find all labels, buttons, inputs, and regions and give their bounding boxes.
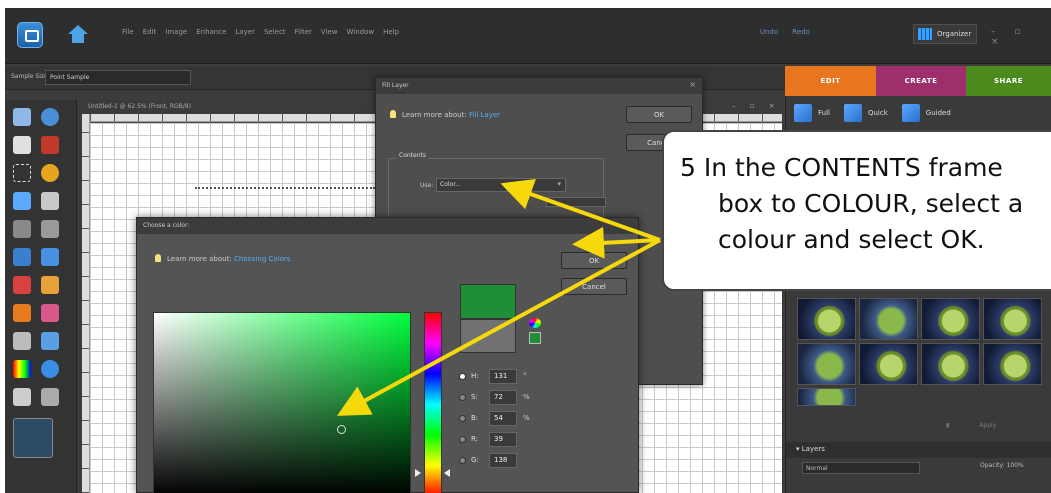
pointer-arrows [336, 178, 661, 416]
arrow-to-color-field [336, 238, 661, 416]
arrow-to-ok-button [572, 226, 661, 259]
arrow-to-use-select [500, 178, 661, 242]
